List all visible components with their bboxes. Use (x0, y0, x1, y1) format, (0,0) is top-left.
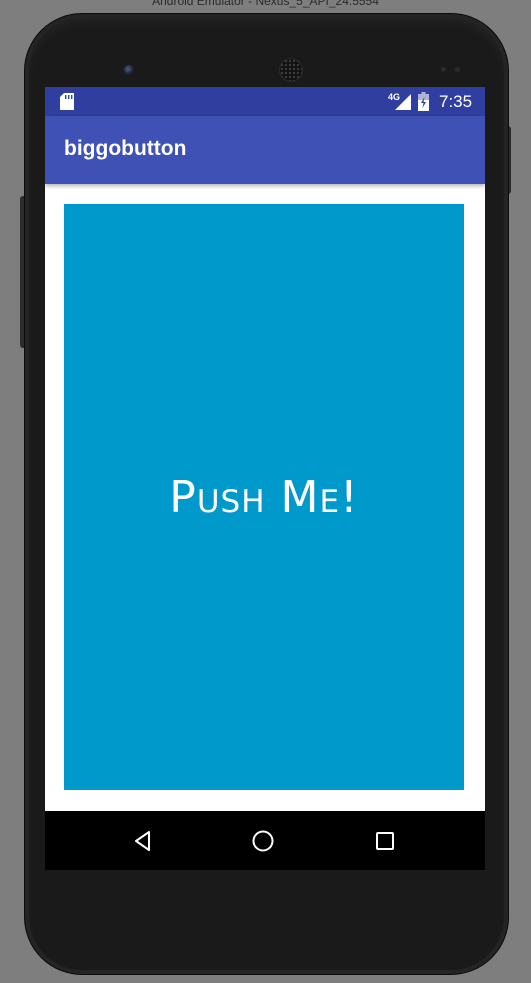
front-camera-icon (124, 65, 134, 75)
emulator-window-title: Android Emulator - Nexus_5_API_24:5554 (152, 0, 379, 8)
nav-home-button[interactable] (223, 811, 303, 870)
proximity-sensor-icon (441, 67, 465, 73)
navigation-bar (45, 811, 485, 870)
sd-card-icon (60, 93, 74, 110)
status-clock: 7:35 (439, 92, 473, 111)
device-screen: 4G 7:35 biggobutton Push Me! (45, 87, 485, 870)
earpiece-speaker-icon (279, 58, 303, 82)
status-bar: 4G 7:35 (45, 87, 485, 116)
battery-charging-icon (418, 92, 429, 111)
back-icon (135, 830, 150, 851)
recents-icon (376, 831, 394, 850)
push-me-button[interactable]: Push Me! (64, 204, 464, 790)
cell-signal-icon (395, 94, 411, 110)
home-icon (252, 830, 274, 851)
nav-recents-button[interactable] (345, 811, 425, 870)
main-content: Push Me! (45, 184, 485, 811)
app-title: biggobutton (64, 137, 187, 160)
app-bar: biggobutton (45, 116, 485, 184)
nav-back-button[interactable] (103, 811, 183, 870)
push-me-button-label: Push Me! (169, 471, 359, 523)
